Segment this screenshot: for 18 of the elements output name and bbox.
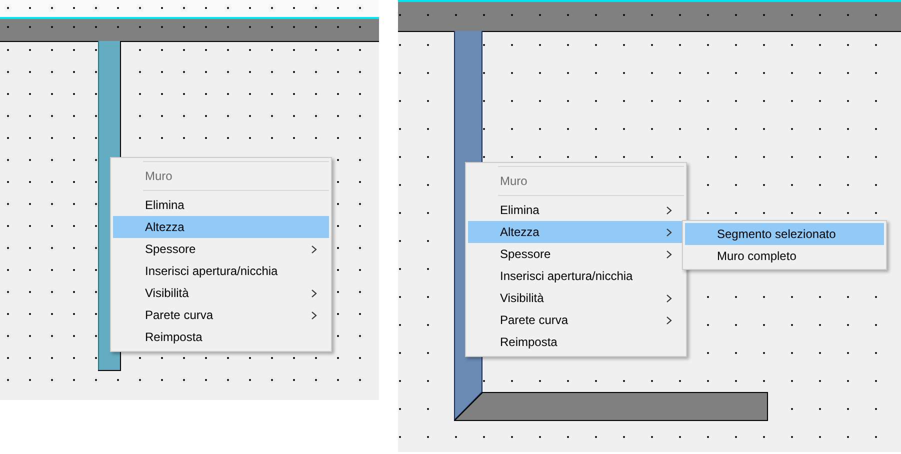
menu-item[interactable]: Visibilità xyxy=(468,287,684,309)
menu-header: Muro xyxy=(145,168,172,185)
menu-item[interactable]: Spessore xyxy=(468,243,684,265)
menu-item[interactable]: Reimposta xyxy=(113,326,329,348)
menu-item[interactable]: Altezza xyxy=(468,221,684,243)
menu-item[interactable]: Parete curva xyxy=(113,304,329,326)
menu-item[interactable]: Muro completo xyxy=(685,245,884,267)
menu-item[interactable]: Elimina xyxy=(113,194,329,216)
menu-item[interactable]: Elimina xyxy=(468,199,684,221)
menu-item[interactable]: Spessore xyxy=(113,238,329,260)
menu-item[interactable]: Segmento selezionato xyxy=(685,223,884,245)
menu-item[interactable]: Reimposta xyxy=(468,331,684,353)
menu-item[interactable]: Inserisci apertura/nicchia xyxy=(468,265,684,287)
menu-header: Muro xyxy=(500,173,528,190)
menu-item[interactable]: Parete curva xyxy=(468,309,684,331)
menu-item[interactable]: Visibilità xyxy=(113,282,329,304)
menu-item[interactable]: Inserisci apertura/nicchia xyxy=(113,260,329,282)
menu-item[interactable]: Altezza xyxy=(113,216,329,238)
